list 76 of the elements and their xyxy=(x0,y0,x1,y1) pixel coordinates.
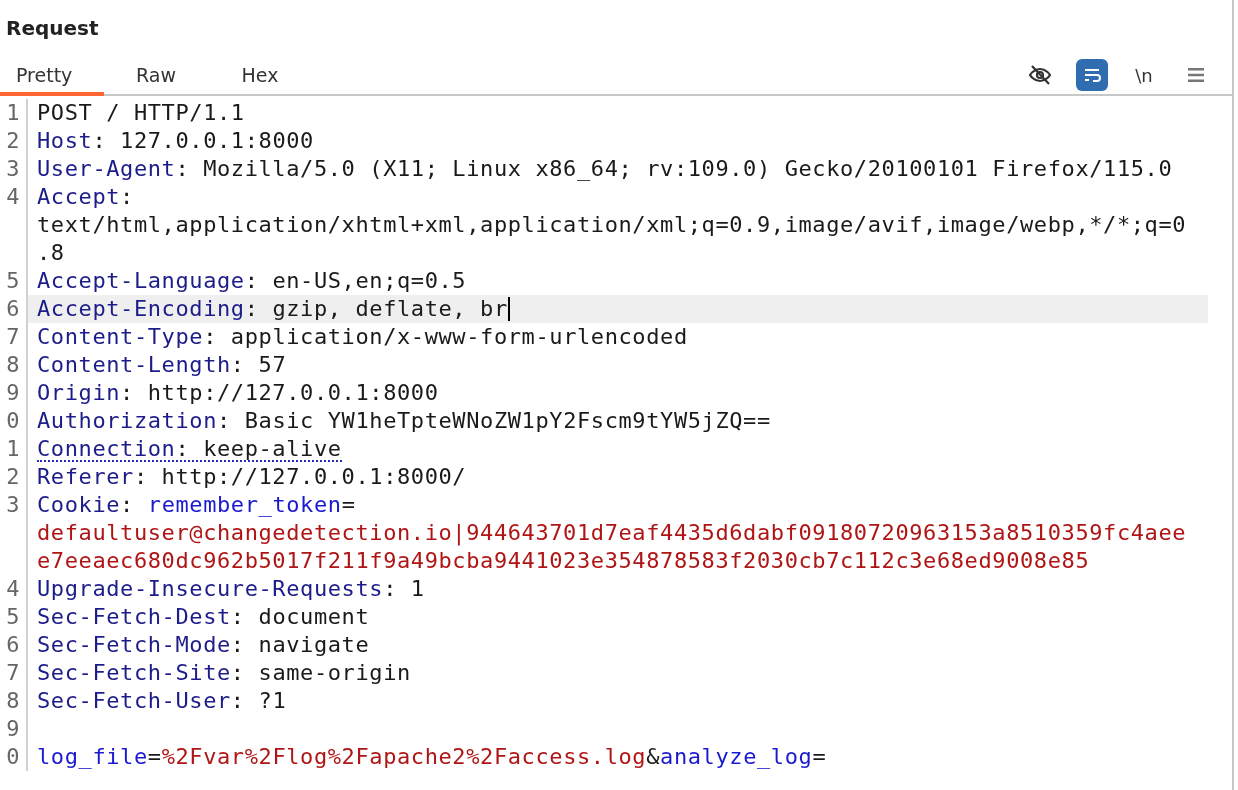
line-number: 3 xyxy=(6,491,20,519)
code-text: : xyxy=(120,183,134,210)
code-text: : Basic YW1heTpteWNoZW1pY2Fscm9tYW5jZQ== xyxy=(217,407,771,434)
line-number: 9 xyxy=(6,715,20,743)
code-text: = xyxy=(147,743,162,770)
parameter-value: defaultuser@changedetection.io|944643701d7eaf4435d6dabf09180720963153a8510359fc4aee xyxy=(37,519,1187,546)
line-number: 2 xyxy=(6,127,20,155)
code-text: : en-US,en;q=0.5 xyxy=(244,267,467,294)
header-name: Authorization xyxy=(37,407,217,434)
code-text: text/html,application/xhtml+xml,application/xml;q=0.9,image/avif,image/webp,*/*;q=0 xyxy=(37,211,1187,238)
line-number: 1 xyxy=(6,435,20,463)
parameter-name: remember_token xyxy=(147,491,342,518)
code-text: : ?1 xyxy=(230,687,287,714)
header-name: Accept-Language xyxy=(37,267,245,294)
header-name: Sec-Fetch-Mode xyxy=(37,631,231,658)
tab[interactable]: Pretty xyxy=(0,58,104,96)
code-text: = xyxy=(341,491,356,518)
code-text: POST / HTTP/1.1 xyxy=(37,99,245,126)
line-number: 9 xyxy=(6,379,20,407)
code-text: .8 xyxy=(37,239,65,266)
code-text: : http://127.0.0.1:8000 xyxy=(120,379,439,406)
parameter-value: e7eeaec680dc962b5017f211f9a49bcba9441023e354878583f2030cb7c112c3e68ed9008e85 xyxy=(37,547,1090,574)
code-text: = xyxy=(812,743,827,770)
line-number: 7 xyxy=(6,323,20,351)
line-number: 4 xyxy=(6,183,20,211)
code-text: : document xyxy=(230,603,370,630)
header-name: Accept-Encoding xyxy=(37,295,245,322)
text-cursor xyxy=(507,297,510,321)
line-number: 2 xyxy=(6,463,20,491)
code-text: : http://127.0.0.1:8000/ xyxy=(133,463,467,490)
header-name: Upgrade-Insecure-Requests xyxy=(37,575,384,602)
line-number: 0 xyxy=(6,743,20,771)
code-text: : gzip, deflate, br xyxy=(244,295,508,322)
parameter-name: analyze_log xyxy=(660,743,813,770)
newline-toggle[interactable]: \n xyxy=(1128,59,1160,91)
line-number: 7 xyxy=(6,659,20,687)
header-name: Referer xyxy=(37,463,134,490)
header-name: Sec-Fetch-Site xyxy=(37,659,231,686)
code-text: : 57 xyxy=(230,351,287,378)
line-number: 3 xyxy=(6,155,20,183)
code-text: : xyxy=(120,491,135,518)
code-text: & xyxy=(646,743,661,770)
tab[interactable]: Raw xyxy=(104,58,208,96)
eye-off-icon xyxy=(1028,63,1052,87)
line-number: 1 xyxy=(6,99,20,127)
header-name: Content-Type xyxy=(37,323,204,350)
line-number: 8 xyxy=(6,351,20,379)
line-number: 5 xyxy=(6,267,20,295)
parameter-name: log_file xyxy=(37,743,148,770)
header-name: Cookie xyxy=(37,491,121,518)
header-name: Sec-Fetch-User xyxy=(37,687,231,714)
code-text: : navigate xyxy=(230,631,370,658)
header-name: Origin xyxy=(37,379,121,406)
line-number: 8 xyxy=(6,687,20,715)
code-text: : same-origin xyxy=(230,659,411,686)
code-text: : Mozilla/5.0 (X11; Linux x86_64; rv:109.0) Gecko/20100101 Firefox/115.0 xyxy=(175,155,1173,182)
wrap-button[interactable] xyxy=(1076,59,1108,91)
header-name: Content-Length xyxy=(37,351,231,378)
header-name: Sec-Fetch-Dest xyxy=(37,603,231,630)
code-text: : application/x-www-form-urlencoded xyxy=(203,323,688,350)
parameter-value: %2Fvar%2Flog%2Fapache2%2Faccess.log xyxy=(161,743,647,770)
header-name: User-Agent xyxy=(37,155,176,182)
code-text: : keep-alive xyxy=(175,435,342,460)
code-text: : 1 xyxy=(383,575,425,602)
line-number: 5 xyxy=(6,603,20,631)
menu-icon xyxy=(1187,67,1205,83)
line-number: 6 xyxy=(6,631,20,659)
header-name: Accept xyxy=(37,183,121,210)
line-number: 0 xyxy=(6,407,20,435)
panel-title: Request xyxy=(6,15,99,42)
code-text: : 127.0.0.1:8000 xyxy=(92,127,314,154)
header-name: Connection xyxy=(37,435,176,460)
line-number: 4 xyxy=(6,575,20,603)
line-number: 6 xyxy=(6,295,20,323)
tab[interactable]: Hex xyxy=(208,58,312,96)
header-name: Host xyxy=(37,127,93,154)
